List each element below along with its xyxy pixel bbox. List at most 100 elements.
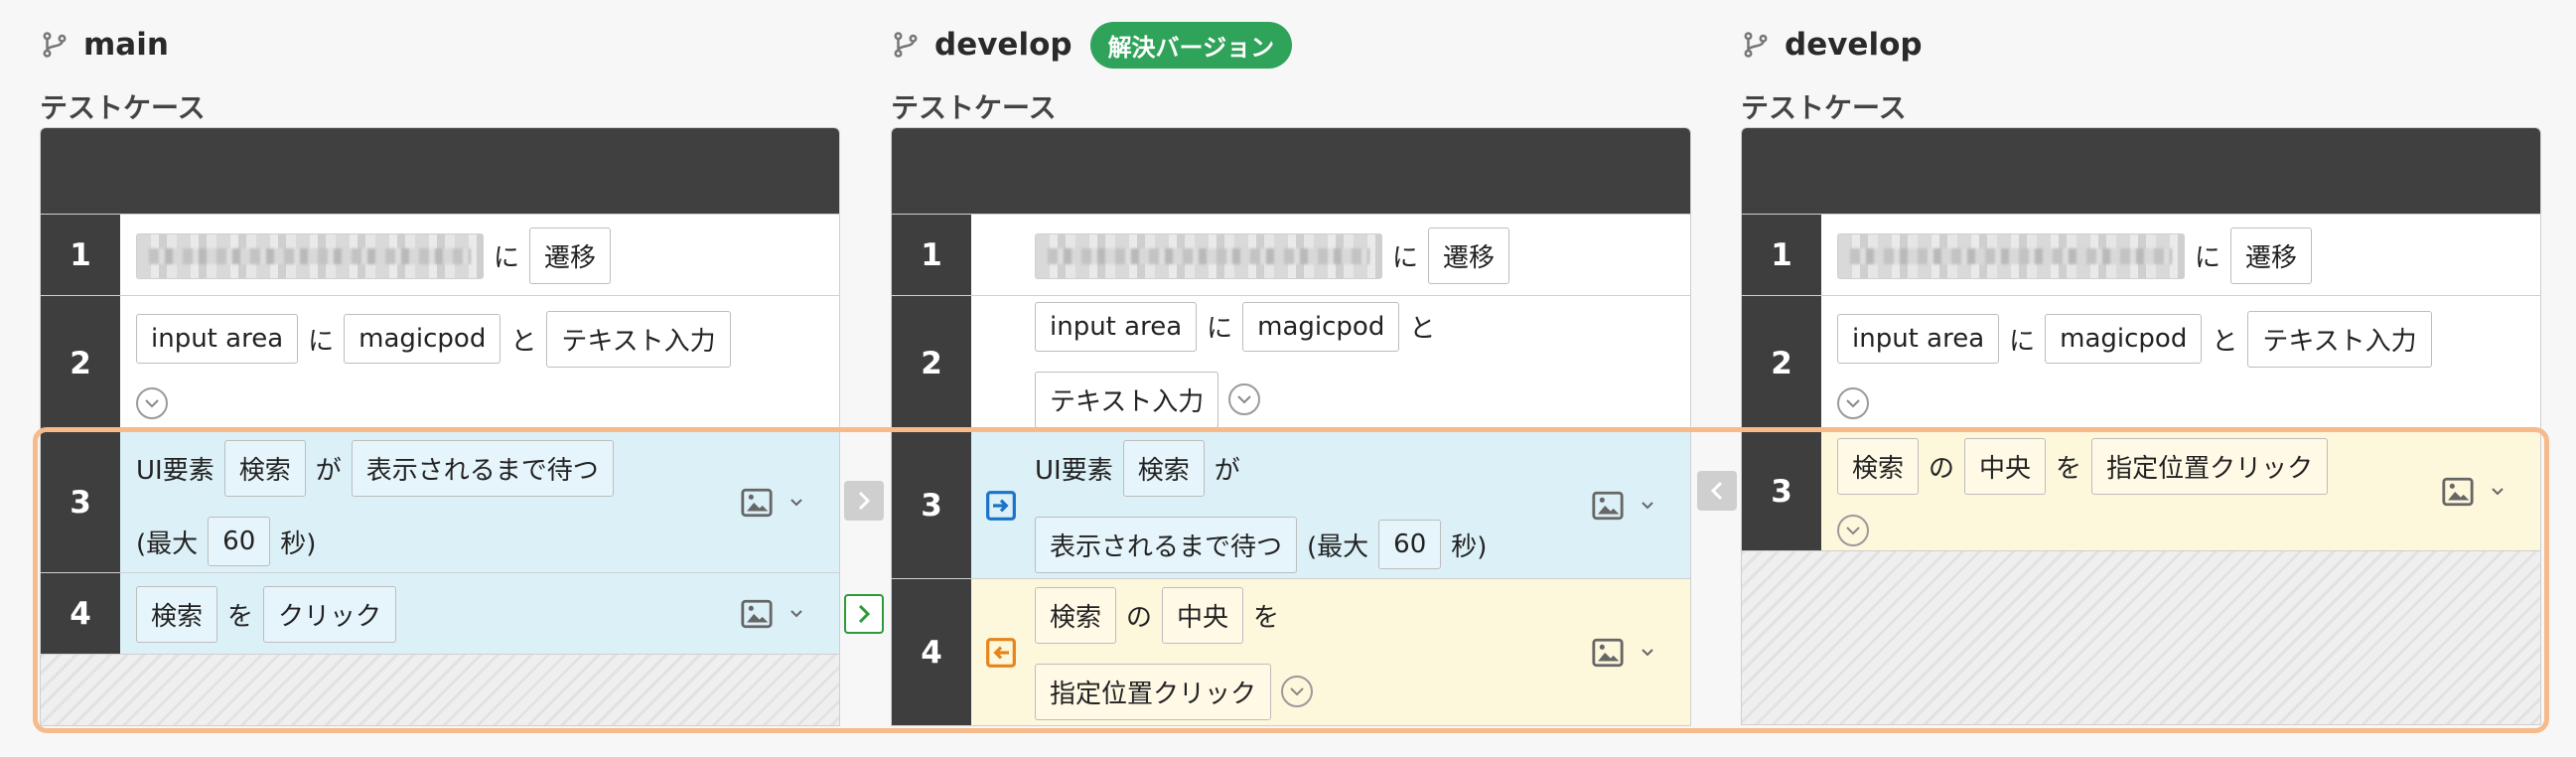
insert-right-button[interactable] — [844, 594, 884, 634]
url-value-field[interactable] — [1035, 232, 1382, 279]
section-label: テストケース — [891, 91, 1057, 124]
step-row[interactable]: 1 に 遷移 — [892, 214, 1690, 295]
chevron-down-icon[interactable] — [2491, 487, 2504, 497]
particle: に — [494, 243, 520, 273]
test-case-table: 1 に 遷移 2 input area に magicpod と テキスト入力 … — [40, 127, 840, 726]
pane-develop: develop テストケース 1 に 遷移 2 input area に mag… — [1741, 0, 2541, 725]
expand-circle-icon[interactable] — [1837, 515, 1869, 546]
chevron-down-icon[interactable] — [789, 498, 803, 508]
command-chip[interactable]: 遷移 — [1428, 227, 1510, 284]
empty-area — [1742, 550, 2540, 724]
step-number: 3 — [892, 432, 971, 578]
command-chip[interactable]: 表示されるまで待つ — [351, 440, 614, 497]
step-row[interactable]: 2 input area に magicpod と テキスト入力 — [41, 295, 839, 431]
table-header — [41, 128, 839, 214]
chevron-down-icon[interactable] — [1641, 501, 1654, 511]
step-row[interactable]: 4 検索 を クリック — [41, 572, 839, 654]
particle: を — [2056, 454, 2082, 484]
arrow-right-icon — [858, 491, 871, 511]
particle: に — [1392, 243, 1419, 273]
command-chip[interactable]: 遷移 — [2230, 227, 2313, 284]
particle: と — [2212, 326, 2238, 357]
target-chip[interactable]: 検索 — [1035, 586, 1117, 644]
step-row[interactable]: 3 UI要素 検索 が 表示されるまで待つ (最大 60 秒) — [41, 431, 839, 572]
branch-icon — [43, 32, 67, 58]
arrow-right-icon — [858, 604, 871, 624]
value-chip[interactable]: magicpod — [344, 314, 501, 364]
position-chip[interactable]: 中央 — [1162, 586, 1244, 644]
target-chip[interactable]: input area — [1035, 301, 1198, 352]
expand-circle-icon[interactable] — [136, 386, 168, 419]
branch-name: develop — [934, 27, 1073, 63]
target-chip[interactable]: 検索 — [1837, 438, 1920, 495]
command-chip[interactable]: テキスト入力 — [546, 310, 731, 368]
command-chip[interactable]: テキスト入力 — [1035, 371, 1219, 428]
image-icon[interactable] — [2441, 475, 2475, 509]
step-number: 2 — [1742, 296, 1821, 431]
section-label: テストケース — [40, 91, 206, 124]
table-header — [1742, 128, 2540, 214]
target-chip[interactable]: 検索 — [223, 440, 306, 497]
position-chip[interactable]: 中央 — [1964, 438, 2047, 495]
expand-circle-icon[interactable] — [1281, 676, 1314, 707]
timeout-close: 秒) — [1451, 531, 1488, 562]
timeout-chip[interactable]: 60 — [1378, 520, 1442, 569]
image-icon[interactable] — [1591, 636, 1625, 670]
command-chip[interactable]: 指定位置クリック — [1035, 663, 1272, 720]
command-chip[interactable]: 遷移 — [529, 227, 612, 284]
step-row[interactable]: 2 input area に magicpod と テキスト入力 — [1742, 295, 2540, 431]
branch-name: develop — [1785, 27, 1923, 63]
step-row[interactable]: 1 に 遷移 — [1742, 214, 2540, 295]
particle: に — [2009, 326, 2036, 357]
step-number: 4 — [41, 573, 120, 654]
url-value-field[interactable] — [1837, 232, 2185, 279]
image-icon[interactable] — [740, 597, 774, 631]
step-number: 2 — [41, 296, 120, 431]
target-chip[interactable]: 検索 — [1122, 439, 1205, 497]
empty-area — [41, 654, 839, 725]
command-chip[interactable]: 指定位置クリック — [2091, 438, 2329, 495]
step-row[interactable]: 3 UI要素 検索 が 表示されるまで待つ (最大 60 秒) — [892, 431, 1690, 578]
particle: が — [1214, 455, 1240, 486]
step-number: 1 — [892, 215, 971, 295]
particle: を — [1253, 602, 1280, 633]
image-icon[interactable] — [1591, 489, 1625, 523]
value-chip[interactable]: magicpod — [2045, 314, 2203, 364]
particle: の — [1126, 602, 1153, 633]
insert-left-button[interactable] — [1697, 471, 1737, 511]
pane-develop-resolved: develop 解決バージョン テストケース 1 に 遷移 2 input ar… — [891, 0, 1691, 726]
command-chip[interactable]: クリック — [263, 586, 397, 643]
table-header — [892, 128, 1690, 214]
url-value-field[interactable] — [136, 232, 484, 279]
test-case-table: 1 に 遷移 2 input area に magicpod と テキスト入力 … — [1741, 127, 2541, 725]
step-row[interactable]: 1 に 遷移 — [41, 214, 839, 295]
particle: を — [227, 602, 254, 632]
particle: と — [510, 326, 537, 357]
expand-circle-icon[interactable] — [1837, 386, 1869, 419]
timeout-close: 秒) — [280, 529, 317, 559]
section-label: テストケース — [1741, 91, 1907, 124]
step-number: 3 — [41, 432, 120, 572]
command-chip[interactable]: 表示されるまで待つ — [1035, 516, 1298, 573]
chevron-down-icon[interactable] — [789, 609, 803, 619]
expand-circle-icon[interactable] — [1228, 383, 1261, 415]
target-chip[interactable]: input area — [136, 314, 299, 364]
step-row[interactable]: 3 検索 の 中央 を 指定位置クリック — [1742, 431, 2540, 550]
step-row[interactable]: 2 input area に magicpod と テキスト入力 — [892, 295, 1690, 431]
command-chip[interactable]: テキスト入力 — [2247, 310, 2432, 368]
branch-icon — [894, 32, 918, 58]
particle: が — [315, 456, 342, 486]
value-chip[interactable]: magicpod — [1242, 301, 1400, 352]
step-number: 1 — [1742, 215, 1821, 295]
insert-right-button[interactable] — [844, 481, 884, 521]
target-chip[interactable]: input area — [1837, 314, 2000, 364]
pane-main: main テストケース 1 に 遷移 2 input area に magicp… — [40, 0, 840, 726]
step-row[interactable]: 4 検索 の 中央 を 指定位置クリック — [892, 578, 1690, 725]
target-chip[interactable]: 検索 — [136, 586, 218, 643]
image-icon[interactable] — [740, 486, 774, 520]
timeout-chip[interactable]: 60 — [208, 517, 271, 566]
resolved-version-badge: 解決バージョン — [1089, 21, 1293, 69]
chevron-down-icon[interactable] — [1641, 648, 1654, 658]
pane-header: develop — [1741, 0, 2541, 89]
branch-icon — [1744, 32, 1768, 58]
